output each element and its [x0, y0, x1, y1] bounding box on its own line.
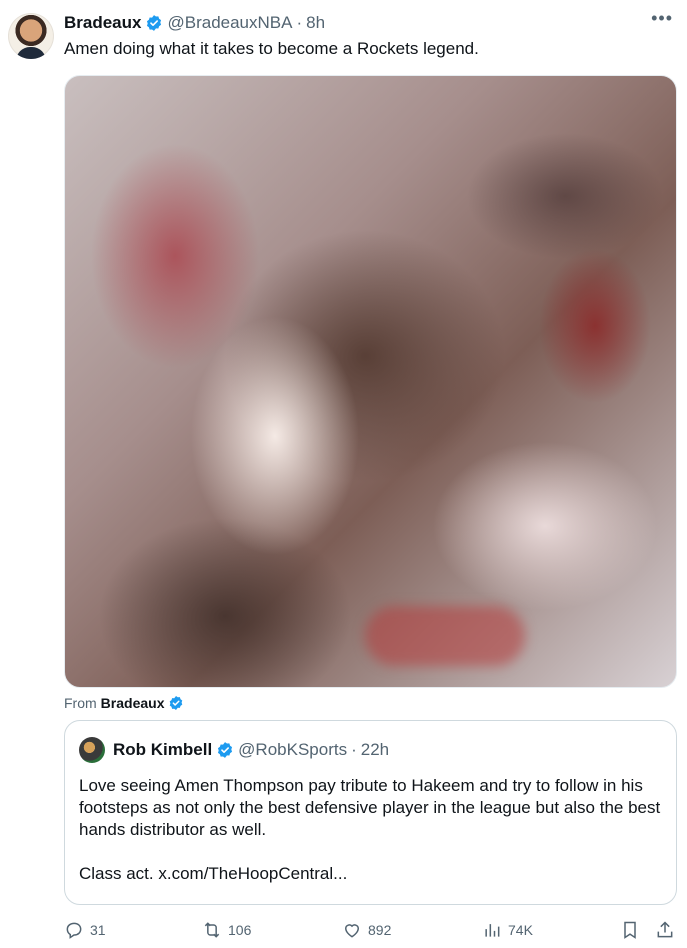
post-timestamp[interactable]: 8h: [306, 13, 325, 33]
quoted-author-name: Rob Kimbell: [113, 740, 213, 759]
verified-badge-icon: [168, 695, 184, 711]
author-avatar[interactable]: [8, 13, 54, 59]
heart-icon: [344, 924, 360, 938]
quoted-author-handle: @RobKSports: [238, 740, 348, 759]
post-video[interactable]: [64, 75, 677, 688]
media-source: From Bradeaux: [64, 695, 184, 711]
views-count: 74K: [508, 922, 533, 938]
quoted-post-header: Rob Kimbell @RobKSports · 22h: [113, 739, 389, 761]
quoted-text-link-paragraph: Class act. x.com/TheHoopCentral...: [79, 864, 348, 883]
repost-button[interactable]: 106: [202, 918, 251, 942]
reply-button[interactable]: 31: [64, 918, 106, 942]
repost-icon: [204, 922, 220, 938]
share-button[interactable]: [655, 918, 675, 942]
views-button[interactable]: 74K: [482, 918, 533, 942]
repost-count: 106: [228, 922, 252, 938]
post-actions-bar: 31 106 892 74K: [64, 918, 677, 942]
share-icon: [657, 921, 673, 938]
author-name[interactable]: Bradeaux: [64, 13, 141, 33]
like-count: 892: [368, 922, 392, 938]
reply-icon: [66, 922, 82, 939]
bookmark-button[interactable]: [620, 918, 640, 942]
from-prefix: From: [64, 695, 97, 711]
verified-badge-icon[interactable]: [145, 14, 163, 32]
separator-dot: ·: [351, 740, 357, 759]
like-button[interactable]: 892: [342, 918, 391, 942]
author-handle[interactable]: @BradeauxNBA: [167, 13, 292, 33]
post-text: Amen doing what it takes to become a Roc…: [64, 39, 479, 58]
separator-dot: ·: [296, 13, 303, 32]
more-options-icon[interactable]: •••: [651, 8, 673, 29]
bookmark-icon: [624, 921, 636, 939]
quoted-author-avatar: [79, 737, 105, 763]
verified-badge-icon: [216, 741, 234, 759]
quoted-post-timestamp: 22h: [360, 740, 390, 759]
quoted-post-text: Love seeing Amen Thompson pay tribute to…: [79, 775, 664, 885]
post-header: Bradeaux @BradeauxNBA · 8h •••: [64, 8, 673, 34]
views-chart-icon: [485, 924, 500, 937]
reply-count: 31: [90, 922, 106, 938]
from-author-link[interactable]: Bradeaux: [101, 695, 165, 711]
quoted-post-card[interactable]: Rob Kimbell @RobKSports · 22h Love seein…: [64, 720, 677, 905]
quoted-text-paragraph: Love seeing Amen Thompson pay tribute to…: [79, 776, 661, 839]
